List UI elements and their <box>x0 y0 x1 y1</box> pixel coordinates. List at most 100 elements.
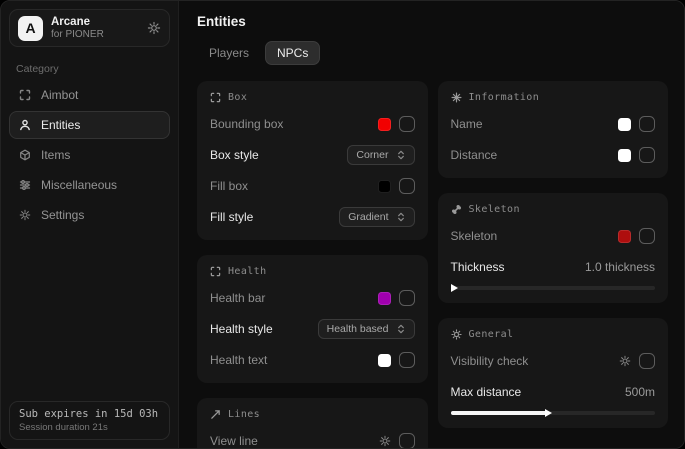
health-bar-label: Health bar <box>210 291 265 305</box>
card-title: Lines <box>228 409 260 420</box>
name-label: Name <box>451 117 483 131</box>
unfold-icon <box>396 212 406 222</box>
sidebar-nav: Aimbot Entities Items Miscellaneous <box>9 81 170 229</box>
max-distance-value: 500m <box>625 385 655 399</box>
health-bar-row: Health bar <box>210 288 415 308</box>
sidebar-item-aimbot[interactable]: Aimbot <box>9 81 170 109</box>
unfold-icon <box>396 150 406 160</box>
health-text-checkbox[interactable] <box>399 352 415 368</box>
health-text-label: Health text <box>210 353 267 367</box>
health-bar-color-swatch[interactable] <box>378 292 391 305</box>
subscription-info-card: Sub expires in 15d 03h Session duration … <box>9 401 170 440</box>
skeleton-label: Skeleton <box>451 229 498 243</box>
page-title: Entities <box>197 14 668 29</box>
scan-brackets-icon <box>210 266 221 277</box>
sidebar-item-label: Items <box>41 148 70 162</box>
app-logo: A <box>18 16 43 41</box>
thickness-slider-thumb[interactable] <box>451 284 458 292</box>
skeleton-row: Skeleton <box>451 226 656 246</box>
sidebar-item-entities[interactable]: Entities <box>9 111 170 139</box>
sidebar-item-label: Miscellaneous <box>41 178 117 192</box>
sidebar-item-label: Settings <box>41 208 84 222</box>
name-row: Name <box>451 114 656 134</box>
box-style-row: Box style Corner <box>210 145 415 165</box>
sidebar-item-settings[interactable]: Settings <box>9 201 170 229</box>
visibility-check-checkbox[interactable] <box>639 353 655 369</box>
visibility-check-row: Visibility check <box>451 351 656 371</box>
box-card: Box Bounding box Box style Corner <box>197 81 428 240</box>
max-distance-slider[interactable] <box>451 411 656 415</box>
fill-box-color-swatch[interactable] <box>378 180 391 193</box>
sidebar-item-miscellaneous[interactable]: Miscellaneous <box>9 171 170 199</box>
health-text-color-swatch[interactable] <box>378 354 391 367</box>
skeleton-color-swatch[interactable] <box>618 230 631 243</box>
bone-icon <box>451 204 462 215</box>
card-title: General <box>469 329 514 340</box>
max-distance-row: Max distance 500m <box>451 382 656 402</box>
health-style-select[interactable]: Health based <box>318 319 415 339</box>
skeleton-checkbox[interactable] <box>639 228 655 244</box>
crosshair-icon <box>18 89 32 101</box>
lines-card: Lines View line Line to enemy <box>197 398 428 449</box>
max-distance-label: Max distance <box>451 385 522 399</box>
scan-brackets-icon <box>210 92 221 103</box>
thickness-slider[interactable] <box>451 286 656 290</box>
health-text-row: Health text <box>210 350 415 370</box>
name-color-swatch[interactable] <box>618 118 631 131</box>
diagonal-line-icon <box>210 409 221 420</box>
view-line-row: View line <box>210 431 415 449</box>
visibility-check-settings-gear-icon[interactable] <box>619 355 631 367</box>
bounding-box-label: Bounding box <box>210 117 283 131</box>
bounding-box-checkbox[interactable] <box>399 116 415 132</box>
entities-icon <box>18 119 32 131</box>
distance-row: Distance <box>451 145 656 165</box>
tab-npcs[interactable]: NPCs <box>265 41 320 65</box>
cube-icon <box>18 149 32 161</box>
entity-tabs: Players NPCs <box>197 41 668 65</box>
sun-icon <box>451 329 462 340</box>
box-style-label: Box style <box>210 148 259 162</box>
thickness-row: Thickness 1.0 thickness <box>451 257 656 277</box>
health-card: Health Health bar Health style Health ba… <box>197 255 428 383</box>
skeleton-card: Skeleton Skeleton Thickness 1.0 thicknes… <box>438 193 669 303</box>
sidebar-item-label: Aimbot <box>41 88 78 102</box>
sliders-icon <box>18 179 32 191</box>
gear-icon <box>18 209 32 221</box>
sub-expires-text: Sub expires in 15d 03h <box>19 408 160 420</box>
bounding-box-color-swatch[interactable] <box>378 118 391 131</box>
fill-style-select[interactable]: Gradient <box>339 207 414 227</box>
tab-players[interactable]: Players <box>197 41 261 65</box>
sidebar-item-label: Entities <box>41 118 80 132</box>
sidebar-item-items[interactable]: Items <box>9 141 170 169</box>
distance-checkbox[interactable] <box>639 147 655 163</box>
bounding-box-row: Bounding box <box>210 114 415 134</box>
name-checkbox[interactable] <box>639 116 655 132</box>
card-title: Information <box>469 92 540 103</box>
view-line-checkbox[interactable] <box>399 433 415 449</box>
session-duration-text: Session duration 21s <box>19 422 160 433</box>
distance-color-swatch[interactable] <box>618 149 631 162</box>
health-style-value: Health based <box>327 323 389 335</box>
fill-box-label: Fill box <box>210 179 248 193</box>
brand-card: A Arcane for PIONER <box>9 9 170 47</box>
box-style-select[interactable]: Corner <box>347 145 414 165</box>
distance-label: Distance <box>451 148 498 162</box>
asterisk-icon <box>451 92 462 103</box>
view-line-settings-gear-icon[interactable] <box>379 435 391 447</box>
main-panel: Entities Players NPCs Box Bounding box <box>179 1 684 448</box>
brand-gear-icon[interactable] <box>147 21 161 35</box>
health-style-label: Health style <box>210 322 273 336</box>
category-label: Category <box>16 63 170 75</box>
view-line-label: View line <box>210 434 258 448</box>
visibility-check-label: Visibility check <box>451 354 529 368</box>
health-bar-checkbox[interactable] <box>399 290 415 306</box>
app-subtitle: for PIONER <box>51 29 139 41</box>
fill-style-value: Gradient <box>348 211 388 223</box>
fill-box-row: Fill box <box>210 176 415 196</box>
card-title: Box <box>228 92 247 103</box>
fill-box-checkbox[interactable] <box>399 178 415 194</box>
app-window: A Arcane for PIONER Category Aimbot <box>0 0 685 449</box>
general-card: General Visibility check Max distance <box>438 318 669 428</box>
thickness-label: Thickness <box>451 260 505 274</box>
max-distance-slider-thumb[interactable] <box>545 409 552 417</box>
